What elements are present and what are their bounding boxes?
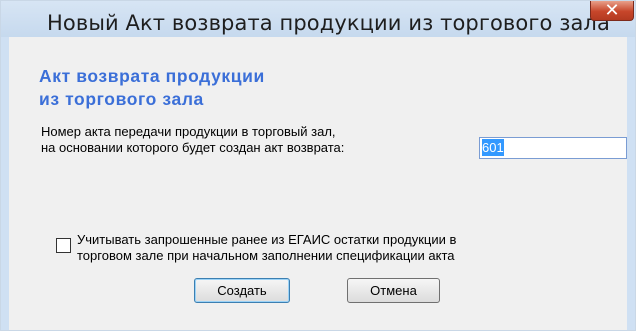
window-title: Новый Акт возврата продукции из торговог…	[47, 11, 610, 35]
act-number-value: 601	[482, 139, 504, 156]
cancel-button[interactable]: Отмена	[347, 278, 440, 303]
act-number-input[interactable]: 601	[479, 137, 627, 159]
create-button[interactable]: Создать	[194, 278, 290, 303]
dialog-client-area: Акт возврата продукции из торгового зала…	[9, 37, 627, 330]
close-button[interactable]: ✕	[590, 0, 634, 21]
close-x-icon: ✕	[604, 0, 620, 21]
title-bar[interactable]: Новый Акт возврата продукции из торговог…	[1, 0, 635, 37]
egais-remains-checkbox[interactable]	[56, 238, 71, 253]
act-number-label: Номер акта передачи продукции в торговый…	[41, 124, 345, 155]
dialog-heading: Акт возврата продукции из торгового зала	[39, 66, 265, 109]
egais-remains-label[interactable]: Учитывать запрошенные ранее из ЕГАИС ост…	[77, 232, 456, 264]
dialog-window: Новый Акт возврата продукции из торговог…	[0, 0, 636, 331]
